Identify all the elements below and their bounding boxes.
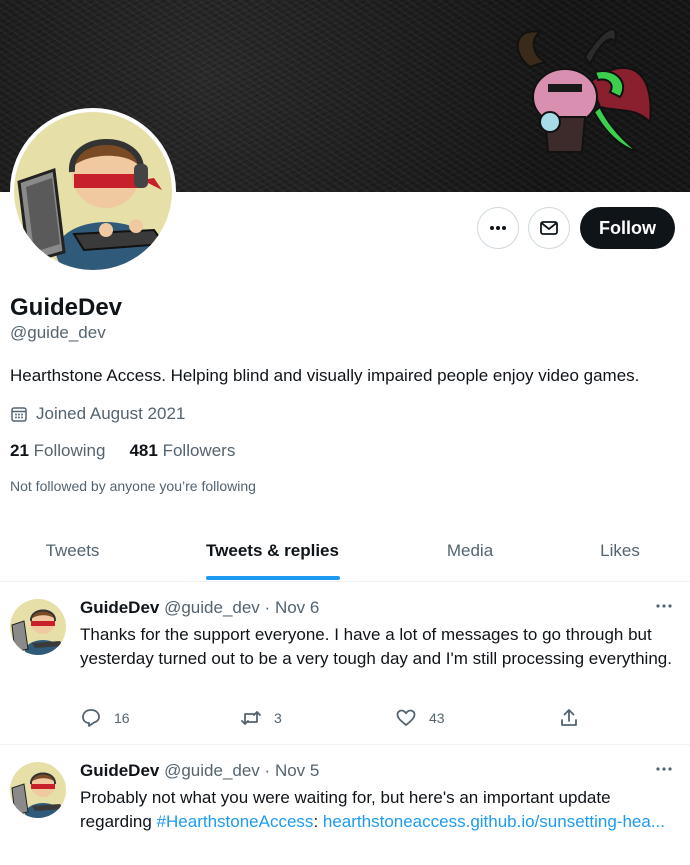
tweet[interactable]: GuideDev @guide_dev · Nov 6 Thanks for t…	[0, 583, 690, 745]
avatar-image	[14, 112, 172, 270]
avatar-image	[10, 762, 66, 818]
heart-icon	[396, 709, 416, 726]
share-button[interactable]	[558, 707, 580, 729]
profile-tabs: Tweets Tweets & replies Media Likes	[0, 520, 690, 582]
tweet-more-button[interactable]	[653, 760, 675, 778]
retweet-button[interactable]: 3	[240, 707, 282, 729]
profile-display-name: GuideDev	[10, 294, 123, 321]
followers-label: Followers	[162, 441, 236, 460]
like-button[interactable]: 43	[395, 707, 445, 729]
tweet-header: GuideDev @guide_dev · Nov 5	[80, 761, 319, 781]
tweet-text: Thanks for the support everyone. I have …	[80, 625, 672, 668]
active-tab-indicator	[206, 576, 340, 580]
following-label: Following	[33, 441, 106, 460]
more-horizontal-icon	[656, 604, 672, 608]
reply-button[interactable]: 16	[80, 707, 130, 729]
tweet-actions: 16 3 43	[80, 707, 590, 729]
retweet-icon	[241, 711, 261, 725]
followers-link[interactable]: 481 Followers	[129, 441, 235, 461]
tweet-header: GuideDev @guide_dev · Nov 6	[80, 598, 319, 618]
hashtag-link[interactable]: #HearthstoneAccess	[157, 812, 314, 831]
joined-date: Joined August 2021	[10, 404, 185, 424]
envelope-icon	[540, 221, 558, 235]
reply-count: 16	[114, 710, 130, 726]
follow-stats: 21 Following 481 Followers	[10, 441, 235, 461]
tweet-author-name[interactable]: GuideDev	[80, 598, 159, 617]
reply-icon	[82, 709, 100, 727]
following-link[interactable]: 21 Following	[10, 441, 105, 461]
like-count: 43	[429, 710, 445, 726]
tweet[interactable]: GuideDev @guide_dev · Nov 5 Probably not…	[0, 746, 690, 865]
tweet-avatar[interactable]	[10, 599, 66, 655]
tweet-author-handle[interactable]: @guide_dev	[164, 598, 260, 617]
followers-count: 481	[129, 441, 158, 460]
profile-bio: Hearthstone Access. Helping blind and vi…	[10, 366, 640, 385]
more-options-button[interactable]	[477, 207, 519, 249]
tab-tweets[interactable]: Tweets	[0, 520, 145, 582]
tweet-separator: ·	[264, 761, 271, 780]
tab-likes[interactable]: Likes	[550, 520, 690, 582]
more-horizontal-icon	[656, 767, 672, 771]
share-icon	[561, 709, 577, 726]
avatar-image	[10, 599, 66, 655]
following-count: 21	[10, 441, 29, 460]
tab-tweets-replies[interactable]: Tweets & replies	[185, 520, 360, 582]
tab-media[interactable]: Media	[400, 520, 540, 582]
banner-character-art	[516, 28, 652, 153]
joined-text: Joined August 2021	[36, 404, 186, 423]
tweet-text-punctuation: :	[313, 812, 323, 831]
profile-handle: @guide_dev	[10, 323, 106, 342]
tweet-author-name[interactable]: GuideDev	[80, 761, 159, 780]
more-horizontal-icon	[490, 226, 506, 230]
tweet-date[interactable]: Nov 6	[275, 598, 319, 617]
profile-avatar[interactable]	[10, 108, 176, 274]
tweet-more-button[interactable]	[653, 597, 675, 615]
calendar-icon	[11, 407, 27, 422]
message-button[interactable]	[528, 207, 570, 249]
not-followed-notice: Not followed by anyone you’re following	[10, 478, 256, 494]
tweet-author-handle[interactable]: @guide_dev	[164, 761, 260, 780]
follow-button[interactable]: Follow	[580, 207, 675, 249]
tweet-separator: ·	[264, 598, 271, 617]
tweet-avatar[interactable]	[10, 762, 66, 818]
url-link[interactable]: hearthstoneaccess.github.io/sunsetting-h…	[323, 812, 665, 831]
tweet-text: Probably not what you were waiting for, …	[80, 786, 680, 834]
retweet-count: 3	[274, 710, 282, 726]
tweet-date[interactable]: Nov 5	[275, 761, 319, 780]
